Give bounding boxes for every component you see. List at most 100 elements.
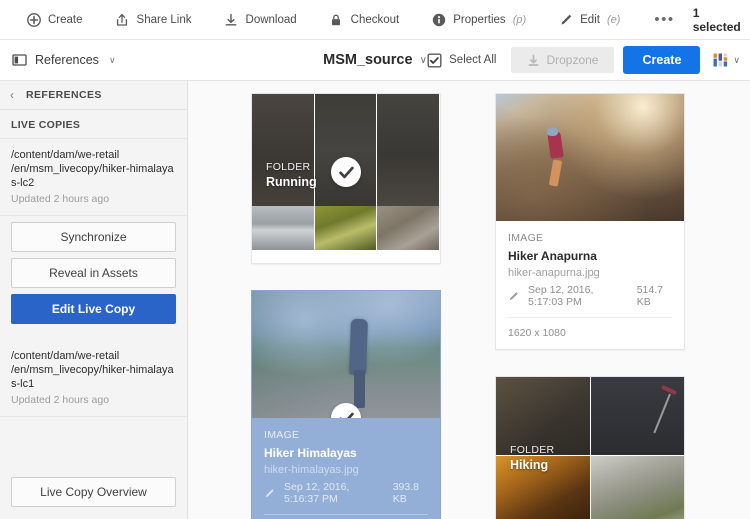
card-asset-hiker-anapurna[interactable]: IMAGE Hiker Anapurna hiker-anapurna.jpg …	[495, 93, 685, 350]
nav-right-group: Select All Dropzone Create	[421, 46, 740, 74]
card-column-2: IMAGE Hiker Anapurna hiker-anapurna.jpg …	[495, 93, 685, 519]
create-button[interactable]: Create	[623, 46, 700, 74]
card-column-1: FOLDER Running	[251, 93, 441, 519]
pencil-icon	[558, 12, 573, 27]
checkbox-checked-icon	[427, 53, 442, 68]
action-properties[interactable]: Properties (p)	[415, 0, 542, 40]
action-create[interactable]: Create	[10, 0, 99, 40]
asset-size: 393.8 KB	[393, 481, 428, 505]
dropzone-label: Dropzone	[546, 53, 598, 67]
collage-tile	[377, 94, 439, 206]
action-download-label: Download	[246, 14, 297, 26]
asset-title: Hiker Anapurna	[508, 249, 672, 263]
pencil-icon	[264, 488, 275, 499]
card-folder-running[interactable]: FOLDER Running	[251, 93, 441, 264]
asset-metadata: IMAGE Hiker Himalayas hiker-himalayas.jp…	[252, 418, 440, 519]
asset-thumbnail-hiker-himalayas	[252, 291, 440, 418]
lock-icon	[329, 12, 344, 27]
select-all-label: Select All	[449, 54, 496, 66]
rail-header: ‹ REFERENCES	[0, 81, 187, 110]
action-create-label: Create	[48, 14, 83, 26]
asset-browser-app: Create Share Link Download Checkout Prop	[0, 0, 750, 519]
live-copy-path-line1: /content/dam/we-retail	[11, 148, 176, 162]
asset-kind-label: IMAGE	[264, 429, 428, 441]
download-arrow-icon	[224, 12, 239, 27]
live-copy-path-line1: /content/dam/we-retail	[11, 349, 176, 363]
card-folder-hiking[interactable]: FOLDER Hiking	[495, 376, 685, 519]
rail-header-label: REFERENCES	[26, 89, 102, 101]
action-more-button[interactable]: •••	[636, 0, 692, 40]
asset-modified-date: Sep 12, 2016, 5:16:37 PM	[284, 481, 384, 505]
card-grid: FOLDER Running	[206, 93, 732, 519]
live-copy-path-line2: /en/msm_livecopy/hiker-himalayas-lc1	[11, 363, 176, 391]
action-checkout-label: Checkout	[351, 14, 400, 26]
rail-panel-icon	[12, 53, 27, 67]
content-navigation-toolbar: References ∨ MSM_source ∨ Select All Dro…	[0, 40, 750, 81]
tile-shading	[496, 377, 590, 455]
action-edit[interactable]: Edit (e)	[542, 0, 636, 40]
selection-tint	[252, 291, 440, 418]
thumbnail-overlay	[496, 94, 684, 221]
collage-tile	[377, 206, 439, 250]
collage-tile	[252, 206, 314, 250]
selection-action-toolbar: Create Share Link Download Checkout Prop	[0, 0, 750, 40]
asset-kind-label: IMAGE	[508, 232, 672, 244]
edit-live-copy-button[interactable]: Edit Live Copy	[11, 294, 176, 324]
view-chevron-down-icon: ∨	[733, 55, 740, 66]
asset-size: 514.7 KB	[637, 284, 672, 308]
rail-toggle-label: References	[35, 53, 99, 67]
card-asset-hiker-himalayas[interactable]: IMAGE Hiker Himalayas hiker-himalayas.jp…	[251, 290, 441, 519]
action-properties-label: Properties	[453, 14, 505, 26]
collage-column	[377, 94, 440, 250]
view-switcher[interactable]: ∨	[709, 53, 740, 67]
asset-thumbnail-hiker-anapurna	[496, 94, 684, 221]
action-properties-hint: (p)	[513, 14, 526, 26]
live-copy-path-line2: /en/msm_livecopy/hiker-himalayas-lc2	[11, 162, 176, 190]
asset-filename: hiker-anapurna.jpg	[508, 267, 672, 279]
create-circle-plus-icon	[26, 12, 41, 27]
collage-column	[252, 94, 315, 250]
thumbnail-figure-helmet	[547, 127, 558, 136]
action-download[interactable]: Download	[208, 0, 313, 40]
asset-filename: hiker-himalayas.jpg	[264, 464, 428, 476]
asset-title: Hiker Himalayas	[264, 446, 428, 460]
reveal-in-assets-button[interactable]: Reveal in Assets	[11, 258, 176, 288]
action-share-link-label: Share Link	[137, 14, 192, 26]
page-title[interactable]: MSM_source	[323, 52, 412, 68]
live-copy-overview-button[interactable]: Live Copy Overview	[11, 477, 176, 507]
chevron-down-icon: ∨	[109, 55, 116, 66]
dropzone-button[interactable]: Dropzone	[511, 47, 614, 73]
info-circle-icon	[431, 12, 446, 27]
share-upload-box-icon	[115, 12, 130, 27]
selection-status: 1 selected (escape) ✕	[693, 6, 750, 34]
asset-modified-row: Sep 12, 2016, 5:17:03 PM 514.7 KB	[508, 284, 672, 308]
select-all-button[interactable]: Select All	[421, 49, 502, 72]
references-rail: ‹ REFERENCES LIVE COPIES /content/dam/we…	[0, 81, 188, 519]
collage-tile	[315, 206, 377, 250]
live-copy-item-2[interactable]: /content/dam/we-retail /en/msm_livecopy/…	[0, 340, 187, 417]
asset-card-area: FOLDER Running	[188, 81, 750, 519]
collage-tile	[591, 377, 685, 455]
live-copy-actions: Synchronize Reveal in Assets Edit Live C…	[0, 216, 187, 340]
live-copy-updated: Updated 2 hours ago	[11, 193, 176, 205]
synchronize-button[interactable]: Synchronize	[11, 222, 176, 252]
asset-dimensions: 1620 x 1080	[508, 318, 672, 339]
collage-tile	[252, 94, 314, 206]
action-edit-label: Edit	[580, 14, 600, 26]
asset-metadata: IMAGE Hiker Anapurna hiker-anapurna.jpg …	[496, 221, 684, 349]
folder-card-footer	[252, 250, 440, 263]
folder-collage-hiking: FOLDER Hiking	[496, 377, 684, 519]
asset-modified-date: Sep 12, 2016, 5:17:03 PM	[528, 284, 628, 308]
asset-modified-row: Sep 12, 2016, 5:16:37 PM 393.8 KB	[264, 481, 428, 505]
rail-toggle-references[interactable]: References ∨	[12, 53, 120, 67]
collage-tile	[496, 456, 590, 519]
chevron-left-icon[interactable]: ‹	[10, 88, 14, 102]
live-copy-updated: Updated 2 hours ago	[11, 394, 176, 406]
action-share-link[interactable]: Share Link	[99, 0, 208, 40]
selection-count-label: 1 selected	[693, 6, 741, 34]
rail-spacer	[0, 417, 187, 469]
live-copy-item-1[interactable]: /content/dam/we-retail /en/msm_livecopy/…	[0, 139, 187, 216]
action-checkout[interactable]: Checkout	[313, 0, 416, 40]
rail-footer: Live Copy Overview	[0, 469, 187, 519]
selected-check-icon[interactable]	[331, 157, 361, 187]
